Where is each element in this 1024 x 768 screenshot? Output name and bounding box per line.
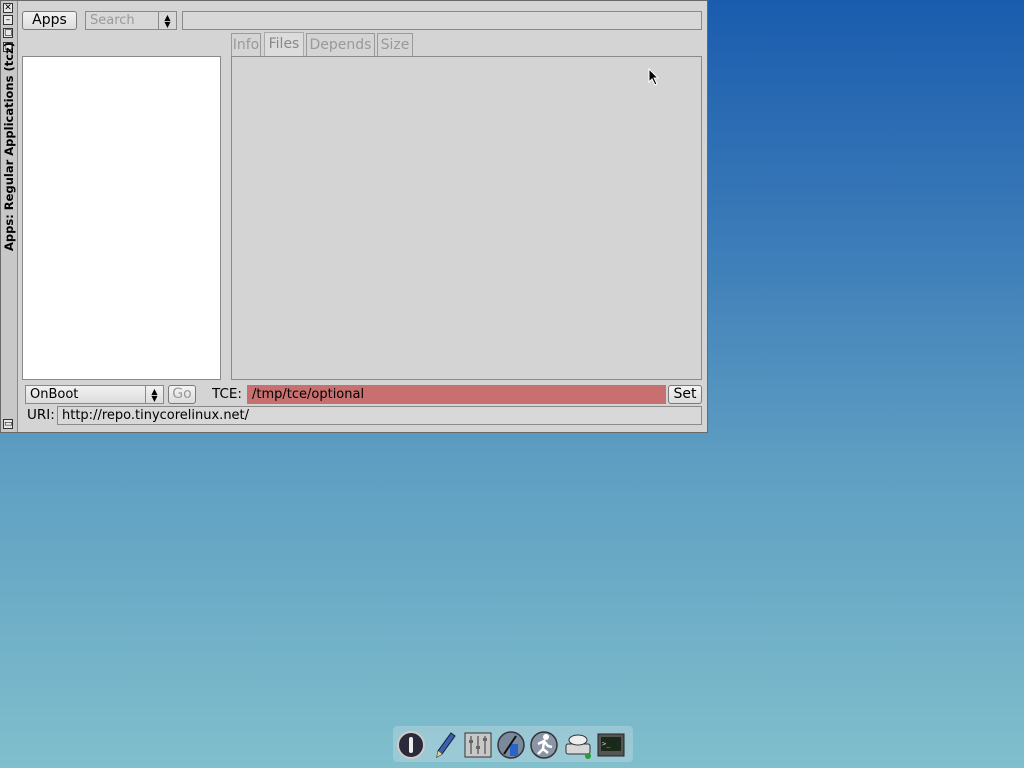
uri-label: URI: [27, 407, 55, 423]
search-input[interactable] [182, 11, 702, 30]
window-titlebar[interactable]: ✕ – ▢ ▢ Apps: Regular Applications (tcz)… [1, 1, 18, 432]
mode-select-value: OnBoot [30, 387, 79, 402]
apps-button[interactable]: Apps [22, 11, 77, 30]
apps-icon[interactable] [529, 730, 559, 760]
close-icon[interactable]: ✕ [3, 3, 13, 13]
minimize-icon[interactable]: – [3, 15, 13, 25]
window-title: Apps: Regular Applications (tcz) [2, 42, 16, 251]
tce-label: TCE: [212, 386, 242, 402]
bottom-resize-icon[interactable]: ▭ [3, 419, 13, 429]
tce-path-input[interactable]: /tmp/tce/optional [247, 385, 666, 404]
control-panel-icon[interactable] [463, 730, 493, 760]
app-list[interactable] [22, 56, 221, 380]
editor-icon[interactable] [430, 730, 460, 760]
exit-icon[interactable] [396, 730, 426, 760]
set-button[interactable]: Set [668, 385, 702, 404]
maximize-icon[interactable]: ▢ [3, 28, 13, 38]
svg-text:>_: >_ [602, 740, 611, 748]
search-selector[interactable]: Search ▲ ▼ [85, 11, 177, 30]
apps-window: ✕ – ▢ ▢ Apps: Regular Applications (tcz)… [0, 0, 708, 433]
mouse-cursor-icon [648, 68, 660, 86]
select-arrows-icon[interactable]: ▲ ▼ [145, 386, 163, 403]
mount-tool-icon[interactable] [496, 730, 526, 760]
terminal-icon[interactable]: >_ [596, 730, 626, 760]
content-pane[interactable] [231, 56, 702, 380]
uri-input[interactable]: http://repo.tinycorelinux.net/ [57, 406, 702, 425]
tab-files[interactable]: Files [264, 32, 304, 57]
tab-depends[interactable]: Depends [306, 33, 375, 57]
spin-arrows-icon[interactable]: ▲ ▼ [158, 12, 176, 29]
tab-info[interactable]: Info [231, 33, 261, 57]
mount-drive-icon[interactable] [563, 730, 593, 760]
mode-select[interactable]: OnBoot ▲ ▼ [25, 385, 164, 404]
tab-size[interactable]: Size [377, 33, 413, 57]
go-button[interactable]: Go [168, 385, 196, 404]
search-placeholder: Search [90, 13, 135, 28]
